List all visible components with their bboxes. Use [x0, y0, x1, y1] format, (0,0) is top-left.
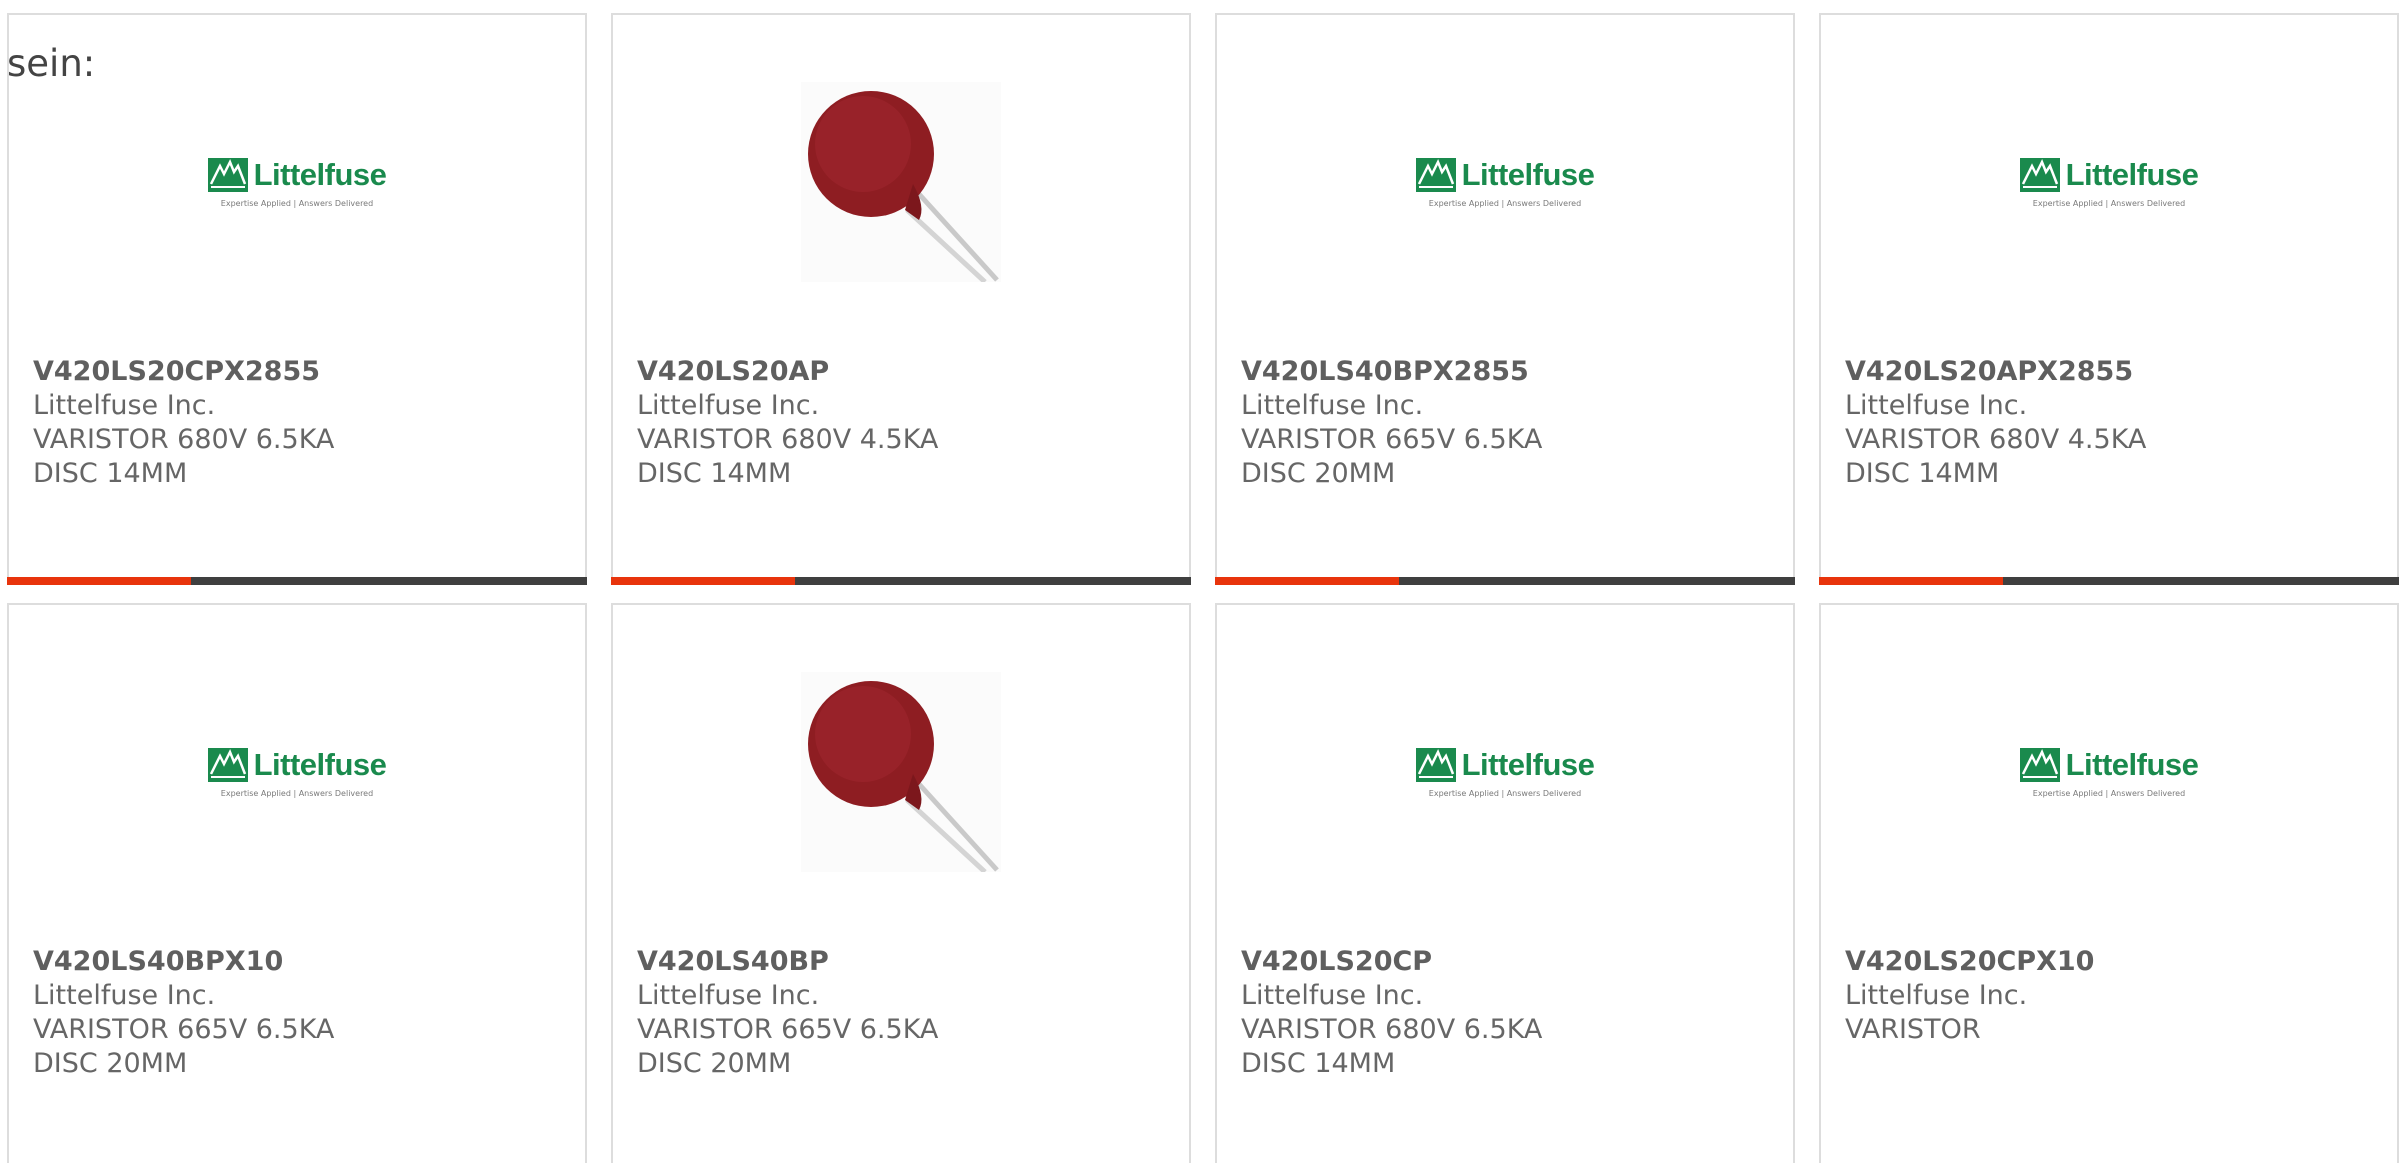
- product-part-number[interactable]: V420LS20CPX2855: [33, 355, 565, 389]
- logo-wordmark: Littelfuse: [1461, 746, 1595, 782]
- product-manufacturer: Littelfuse Inc.: [1241, 390, 1424, 421]
- product-info: V420LS20CPX2855 Littelfuse Inc. VARISTOR 6…: [33, 355, 565, 491]
- product-description: VARISTOR 665V 6.5KA DISC 20MM: [1241, 424, 1543, 489]
- littelfuse-logo: Littelfuse Expertise Applied | Answers D…: [2019, 156, 2199, 208]
- logo-tagline: Expertise Applied | Answers Delivered: [220, 788, 374, 798]
- varistor-disc-image: [801, 672, 1001, 872]
- product-part-number[interactable]: V420LS40BP: [637, 945, 1169, 979]
- product-description: VARISTOR 665V 6.5KA DISC 20MM: [33, 1014, 335, 1079]
- product-thumbnail[interactable]: Littelfuse Expertise Applied | Answers D…: [197, 672, 397, 872]
- logo-tagline: Expertise Applied | Answers Delivered: [2032, 198, 2186, 208]
- product-thumbnail[interactable]: Littelfuse Expertise Applied | Answers D…: [1405, 82, 1605, 282]
- littelfuse-logo: Littelfuse Expertise Applied | Answers D…: [207, 156, 387, 208]
- logo-wordmark: Littelfuse: [1461, 156, 1595, 192]
- product-manufacturer: Littelfuse Inc.: [1845, 980, 2028, 1011]
- card-bottom-bar-accent: [1819, 577, 2003, 585]
- product-info: V420LS40BPX10 Littelfuse Inc. VARISTOR 665…: [33, 945, 565, 1081]
- product-description: VARISTOR 680V 6.5KA DISC 14MM: [1241, 1014, 1543, 1079]
- product-thumbnail[interactable]: [801, 82, 1001, 282]
- product-thumbnail[interactable]: Littelfuse Expertise Applied | Answers D…: [2009, 82, 2209, 282]
- logo-wordmark: Littelfuse: [2065, 156, 2199, 192]
- littelfuse-mark-icon: [207, 157, 248, 192]
- product-card[interactable]: Littelfuse Expertise Applied | Answers D…: [1819, 13, 2399, 585]
- product-card[interactable]: V420LS20AP Littelfuse Inc. VARISTOR 680V 4…: [611, 13, 1191, 585]
- product-grid: Littelfuse Expertise Applied | Answers D…: [7, 13, 2399, 1163]
- card-bottom-bar-accent: [611, 577, 795, 585]
- card-bottom-bar-accent: [1215, 577, 1399, 585]
- card-bottom-bar: [7, 577, 587, 585]
- product-description: VARISTOR: [1845, 1014, 1981, 1045]
- littelfuse-mark-icon: [1415, 157, 1456, 192]
- section-prefix-text: sein:: [7, 42, 96, 85]
- littelfuse-mark-icon: [1415, 747, 1456, 782]
- littelfuse-mark-icon: [207, 747, 248, 782]
- littelfuse-logo: Littelfuse Expertise Applied | Answers D…: [2019, 746, 2199, 798]
- product-info: V420LS20AP Littelfuse Inc. VARISTOR 680V 4…: [637, 355, 1169, 491]
- product-part-number[interactable]: V420LS20CP: [1241, 945, 1773, 979]
- littelfuse-logo: Littelfuse Expertise Applied | Answers D…: [1415, 746, 1595, 798]
- product-card[interactable]: Littelfuse Expertise Applied | Answers D…: [1215, 13, 1795, 585]
- card-bottom-bar: [1819, 577, 2399, 585]
- product-manufacturer: Littelfuse Inc.: [1241, 980, 1424, 1011]
- product-manufacturer: Littelfuse Inc.: [33, 390, 216, 421]
- littelfuse-logo: Littelfuse Expertise Applied | Answers D…: [1415, 156, 1595, 208]
- product-part-number[interactable]: V420LS20AP: [637, 355, 1169, 389]
- product-manufacturer: Littelfuse Inc.: [637, 390, 820, 421]
- product-info: V420LS20CPX10 Littelfuse Inc. VARISTOR: [1845, 945, 2377, 1047]
- varistor-disc-image: [801, 82, 1001, 282]
- logo-tagline: Expertise Applied | Answers Delivered: [220, 198, 374, 208]
- product-part-number[interactable]: V420LS40BPX10: [33, 945, 565, 979]
- littelfuse-logo: Littelfuse Expertise Applied | Answers D…: [207, 746, 387, 798]
- card-bottom-bar: [1215, 577, 1795, 585]
- product-description: VARISTOR 680V 4.5KA DISC 14MM: [1845, 424, 2147, 489]
- card-bottom-bar-accent: [7, 577, 191, 585]
- product-thumbnail[interactable]: Littelfuse Expertise Applied | Answers D…: [2009, 672, 2209, 872]
- product-info: V420LS40BPX2855 Littelfuse Inc. VARISTOR 6…: [1241, 355, 1773, 491]
- product-thumbnail[interactable]: Littelfuse Expertise Applied | Answers D…: [197, 82, 397, 282]
- card-bottom-bar: [611, 577, 1191, 585]
- product-part-number[interactable]: V420LS20CPX10: [1845, 945, 2377, 979]
- logo-tagline: Expertise Applied | Answers Delivered: [1428, 198, 1582, 208]
- product-manufacturer: Littelfuse Inc.: [637, 980, 820, 1011]
- logo-wordmark: Littelfuse: [253, 156, 387, 192]
- logo-tagline: Expertise Applied | Answers Delivered: [1428, 788, 1582, 798]
- product-card[interactable]: V420LS40BP Littelfuse Inc. VARISTOR 665V 6…: [611, 603, 1191, 1163]
- product-info: V420LS20APX2855 Littelfuse Inc. VARISTOR 6…: [1845, 355, 2377, 491]
- logo-wordmark: Littelfuse: [253, 746, 387, 782]
- product-manufacturer: Littelfuse Inc.: [1845, 390, 2028, 421]
- product-description: VARISTOR 680V 4.5KA DISC 14MM: [637, 424, 939, 489]
- littelfuse-mark-icon: [2019, 157, 2060, 192]
- product-description: VARISTOR 665V 6.5KA DISC 20MM: [637, 1014, 939, 1079]
- product-description: VARISTOR 680V 6.5KA DISC 14MM: [33, 424, 335, 489]
- product-card[interactable]: Littelfuse Expertise Applied | Answers D…: [7, 603, 587, 1163]
- product-part-number[interactable]: V420LS20APX2855: [1845, 355, 2377, 389]
- product-card[interactable]: Littelfuse Expertise Applied | Answers D…: [7, 13, 587, 585]
- product-listing-page: sein: Littelfuse Expertise Applied | Ans…: [0, 0, 2400, 1163]
- product-thumbnail[interactable]: [801, 672, 1001, 872]
- product-manufacturer: Littelfuse Inc.: [33, 980, 216, 1011]
- product-part-number[interactable]: V420LS40BPX2855: [1241, 355, 1773, 389]
- product-thumbnail[interactable]: Littelfuse Expertise Applied | Answers D…: [1405, 672, 1605, 872]
- logo-tagline: Expertise Applied | Answers Delivered: [2032, 788, 2186, 798]
- product-card[interactable]: Littelfuse Expertise Applied | Answers D…: [1819, 603, 2399, 1163]
- product-info: V420LS40BP Littelfuse Inc. VARISTOR 665V 6…: [637, 945, 1169, 1081]
- product-card[interactable]: Littelfuse Expertise Applied | Answers D…: [1215, 603, 1795, 1163]
- logo-wordmark: Littelfuse: [2065, 746, 2199, 782]
- product-info: V420LS20CP Littelfuse Inc. VARISTOR 680V 6…: [1241, 945, 1773, 1081]
- littelfuse-mark-icon: [2019, 747, 2060, 782]
